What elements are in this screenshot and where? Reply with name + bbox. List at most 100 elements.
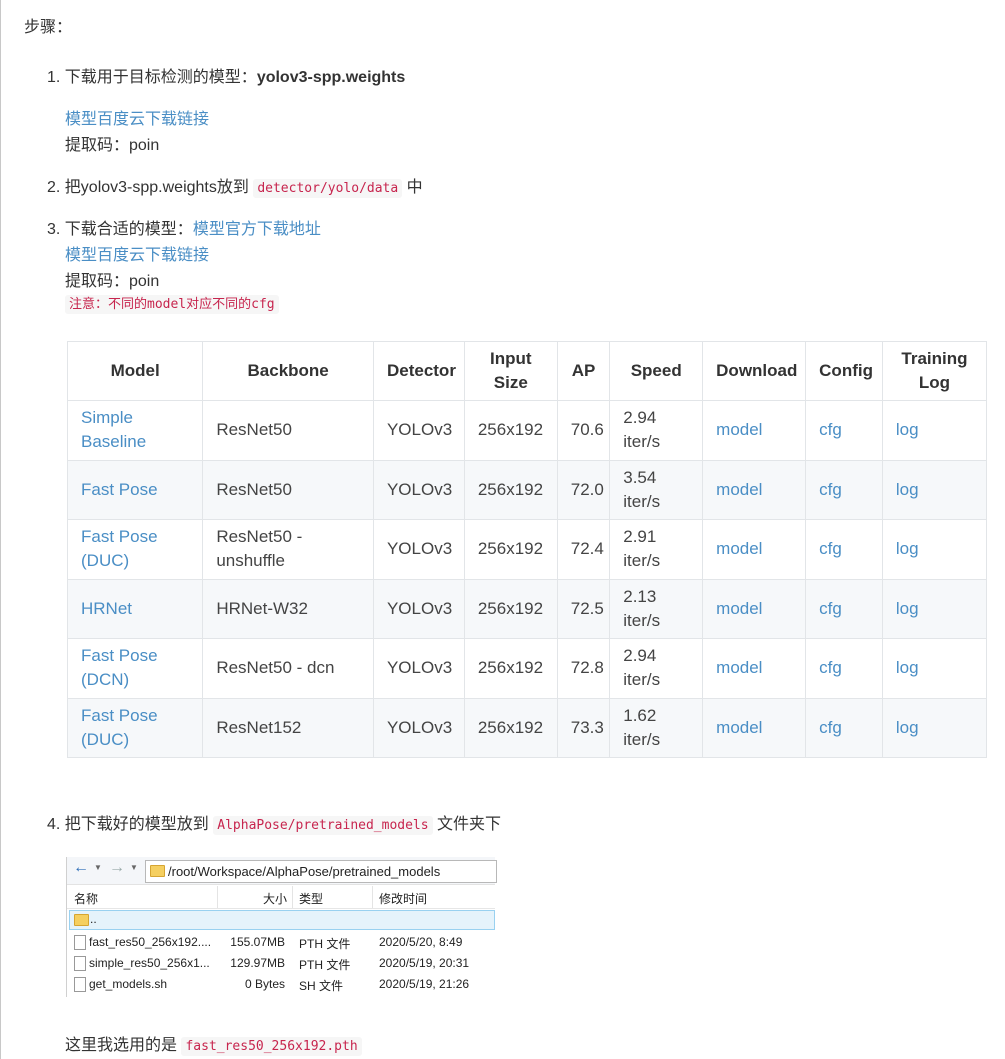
config-link[interactable]: cfg: [819, 658, 842, 677]
model-link[interactable]: Fast Pose (DCN): [81, 646, 158, 689]
cell-backbone: ResNet50: [202, 459, 374, 520]
cell-config: cfg: [805, 519, 883, 580]
model-link[interactable]: Fast Pose: [81, 480, 158, 499]
file-size: 155.07MB: [230, 935, 285, 949]
download-link[interactable]: model: [716, 599, 762, 618]
model-table: Model Backbone Detector Input Size AP Sp…: [66, 341, 988, 758]
download-link[interactable]: model: [716, 718, 762, 737]
cell-speed: 2.94 iter/s: [609, 400, 704, 461]
file-icon: [74, 935, 86, 950]
cell-ap: 72.4: [556, 519, 611, 580]
column-divider[interactable]: [217, 886, 218, 908]
log-link[interactable]: log: [896, 658, 919, 677]
config-link[interactable]: cfg: [819, 420, 842, 439]
cell-detector: YOLOv3: [372, 638, 465, 699]
model-link[interactable]: Fast Pose (DUC): [81, 527, 158, 570]
download-link[interactable]: model: [716, 480, 762, 499]
cell-speed: 2.13 iter/s: [609, 578, 704, 639]
log-link[interactable]: log: [896, 480, 919, 499]
column-divider[interactable]: [372, 886, 373, 908]
download-link[interactable]: model: [716, 420, 762, 439]
config-link[interactable]: cfg: [819, 539, 842, 558]
parent-folder-row[interactable]: ..: [69, 910, 495, 930]
file-size: 0 Bytes: [244, 977, 285, 991]
cell-detector: YOLOv3: [372, 697, 465, 758]
download-link[interactable]: model: [716, 539, 762, 558]
cell-model: HRNet: [66, 578, 204, 639]
back-dropdown-icon[interactable]: ▼: [94, 863, 102, 872]
table-row: Fast Pose (DUC) ResNet152 YOLOv3 256x192 73.…: [66, 697, 988, 758]
cell-download: model: [702, 697, 807, 758]
column-divider[interactable]: [292, 886, 293, 908]
forward-arrow-icon[interactable]: →: [109, 859, 125, 877]
cell-model: Fast Pose (DCN): [66, 638, 204, 699]
cell-download: model: [702, 400, 807, 461]
step-3-text: 下载合适的模型：: [64, 221, 193, 238]
model-link[interactable]: Simple Baseline: [81, 408, 146, 451]
log-link[interactable]: log: [896, 599, 919, 618]
column-modified[interactable]: 修改时间: [379, 890, 427, 907]
cell-input-size: 256x192: [463, 519, 558, 580]
cell-config: cfg: [805, 697, 883, 758]
cell-ap: 72.0: [556, 459, 611, 520]
log-link[interactable]: log: [896, 420, 919, 439]
file-type: PTH 文件: [299, 958, 351, 972]
cell-download: model: [702, 519, 807, 580]
file-type: SH 文件: [299, 979, 344, 993]
model-link[interactable]: HRNet: [81, 599, 132, 618]
file-explorer: ← ▼ → ▼ /root/Workspace/AlphaPose/pretra…: [66, 857, 497, 997]
cell-training-log: log: [881, 459, 988, 520]
column-size[interactable]: 大小: [263, 890, 287, 907]
cell-detector: YOLOv3: [372, 519, 465, 580]
parent-folder-label: ..: [90, 912, 97, 926]
file-type: PTH 文件: [299, 937, 351, 951]
file-name: simple_res50_256x1...: [89, 956, 210, 970]
table-row: Fast Pose ResNet50 YOLOv3 256x192 72.0 3.54 i…: [66, 459, 988, 520]
cell-input-size: 256x192: [463, 459, 558, 520]
header-download: Download: [702, 341, 807, 401]
file-row[interactable]: simple_res50_256x1... 129.97MB PTH 文件 20…: [67, 953, 495, 974]
column-name[interactable]: 名称: [74, 890, 98, 907]
step-3-note-code: 注意：不同的model对应不同的cfg: [65, 295, 279, 314]
file-row[interactable]: fast_res50_256x192.... 155.07MB PTH 文件 2…: [67, 932, 495, 953]
log-link[interactable]: log: [896, 539, 919, 558]
cell-training-log: log: [881, 519, 988, 580]
back-arrow-icon[interactable]: ←: [73, 859, 89, 877]
step-2-number: 2.: [47, 179, 61, 196]
header-config: Config: [805, 341, 883, 401]
step-3-official-link[interactable]: 模型官方下载地址: [193, 221, 321, 238]
step-3-number: 3.: [47, 221, 61, 238]
config-link[interactable]: cfg: [819, 599, 842, 618]
file-row[interactable]: get_models.sh 0 Bytes SH 文件 2020/5/19, 2…: [67, 974, 495, 995]
cell-training-log: log: [881, 400, 988, 461]
config-link[interactable]: cfg: [819, 718, 842, 737]
forward-dropdown-icon[interactable]: ▼: [130, 863, 138, 872]
file-modified: 2020/5/19, 20:31: [379, 956, 470, 970]
step-2-code-path: detector/yolo/data: [253, 179, 403, 198]
cell-detector: YOLOv3: [372, 578, 465, 639]
file-modified: 2020/5/20, 8:49: [379, 935, 463, 949]
header-speed: Speed: [609, 341, 704, 401]
config-link[interactable]: cfg: [819, 480, 842, 499]
explorer-path-box[interactable]: /root/Workspace/AlphaPose/pretrained_mod…: [145, 860, 497, 883]
cell-detector: YOLOv3: [372, 400, 465, 461]
explorer-address-bar: ← ▼ → ▼ /root/Workspace/AlphaPose/pretra…: [67, 857, 497, 885]
download-link[interactable]: model: [716, 658, 762, 677]
folder-icon: [150, 865, 165, 877]
step-3-baidu-link[interactable]: 模型百度云下载链接: [65, 241, 209, 265]
model-link[interactable]: Fast Pose (DUC): [81, 706, 158, 749]
cell-input-size: 256x192: [463, 400, 558, 461]
footer-line: 这里我选用的是 fast_res50_256x192.pth: [65, 1031, 362, 1056]
table-header-row: Model Backbone Detector Input Size AP Sp…: [66, 341, 988, 401]
log-link[interactable]: log: [896, 718, 919, 737]
column-type[interactable]: 类型: [299, 890, 323, 907]
step-1-baidu-link[interactable]: 模型百度云下载链接: [65, 105, 209, 129]
step-4-code-path: AlphaPose/pretrained_models: [213, 816, 433, 835]
cell-model: Simple Baseline: [66, 400, 204, 461]
cell-model: Fast Pose: [66, 459, 204, 520]
cell-ap: 72.8: [556, 638, 611, 699]
cell-ap: 70.6: [556, 400, 611, 461]
cell-ap: 73.3: [556, 697, 611, 758]
file-icon: [74, 977, 86, 992]
cell-download: model: [702, 459, 807, 520]
